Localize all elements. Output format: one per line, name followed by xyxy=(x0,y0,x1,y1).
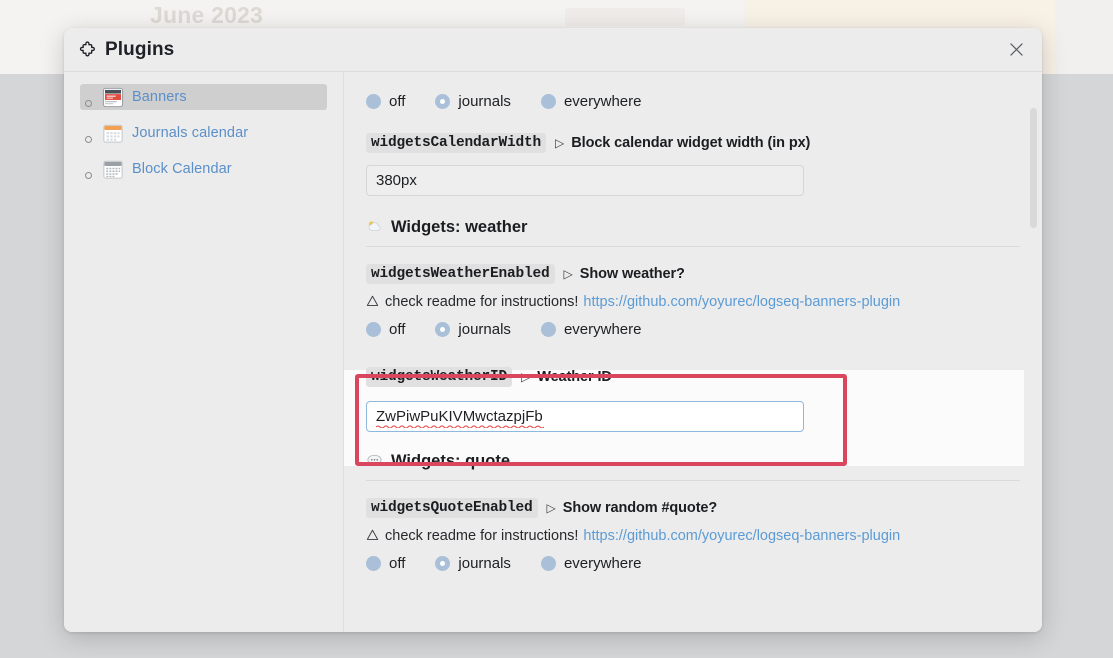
plugins-modal: Plugins Banners Journals calendar Block … xyxy=(64,28,1042,632)
radio-label: off xyxy=(389,554,406,572)
setting-key-widgetsweatherid: widgetsWeatherID ▷ Weather ID xyxy=(344,364,1024,390)
radio-label: everywhere xyxy=(563,92,642,110)
radio-option-everywhere[interactable]: everywhere xyxy=(540,320,642,338)
radio-dot-icon xyxy=(366,321,381,337)
setting-key-name: widgetsWeatherID xyxy=(366,367,513,387)
sun-behind-cloud-icon xyxy=(366,219,383,236)
radio-group-quote-enabled: off journals everywhere xyxy=(344,548,1024,578)
puzzle-piece-icon xyxy=(78,40,105,59)
page-title: Plugins xyxy=(105,38,175,60)
radio-label: everywhere xyxy=(563,554,642,572)
radio-label: everywhere xyxy=(563,320,642,338)
radio-label: off xyxy=(389,320,406,338)
sidebar-item-label: Block Calendar xyxy=(132,161,232,177)
radio-dot-icon xyxy=(540,555,556,571)
setting-key-name: widgetsQuoteEnabled xyxy=(366,498,538,518)
radio-option-journals[interactable]: journals xyxy=(435,321,511,338)
section-divider xyxy=(366,480,1020,481)
chevron-right-icon: ▷ xyxy=(521,370,531,384)
sidebar-item-label: Banners xyxy=(132,89,187,105)
bullet-icon xyxy=(85,100,92,107)
radio-dot-icon xyxy=(540,93,556,109)
radio-label: journals xyxy=(458,320,511,338)
scrollbar-thumb[interactable] xyxy=(1030,108,1037,228)
warning-text: check readme for instructions! xyxy=(385,528,579,544)
setting-description: Show weather? xyxy=(579,266,685,282)
plugin-list-sidebar: Banners Journals calendar Block Calendar xyxy=(64,72,344,632)
readme-link[interactable]: https://github.com/yoyurec/logseq-banner… xyxy=(583,528,900,544)
setting-description: Block calendar widget width (in px) xyxy=(571,135,811,151)
setting-key-name: widgetsCalendarWidth xyxy=(366,133,547,153)
radio-option-journals[interactable]: journals xyxy=(435,93,511,110)
setting-key-widgetsquoteenabled: widgetsQuoteEnabled ▷ Show random #quote… xyxy=(344,495,1024,521)
sidebar-item-banners[interactable]: Banners xyxy=(80,84,327,110)
setting-description: Weather ID xyxy=(537,369,612,385)
modal-body: Banners Journals calendar Block Calendar… xyxy=(64,72,1042,632)
radio-dot-selected-icon xyxy=(435,555,451,571)
radio-label: off xyxy=(389,92,406,110)
radio-dot-icon xyxy=(540,321,556,337)
setting-key-widgetscalendarwidth: widgetsCalendarWidth ▷ Block calendar wi… xyxy=(344,130,1024,156)
section-header-widgets-weather: Widgets: weather xyxy=(344,218,1024,247)
block-calendar-icon xyxy=(102,159,124,180)
weather-id-input[interactable] xyxy=(366,401,804,432)
sidebar-item-journals-calendar[interactable]: Journals calendar xyxy=(80,120,327,146)
section-title: Widgets: quote xyxy=(391,452,511,470)
radio-option-off[interactable]: off xyxy=(366,555,405,572)
close-icon[interactable] xyxy=(1000,34,1032,66)
backdrop-month-heading: June 2023 xyxy=(150,2,264,28)
settings-scrollbar[interactable] xyxy=(1029,72,1038,632)
radio-group-calendar-enabled: off journals everywhere xyxy=(344,86,1024,116)
radio-option-everywhere[interactable]: everywhere xyxy=(540,92,642,110)
sidebar-item-label: Journals calendar xyxy=(132,125,249,141)
radio-option-journals[interactable]: journals xyxy=(435,555,511,572)
backdrop-right-edge xyxy=(1055,0,1113,74)
chevron-right-icon: ▷ xyxy=(546,501,556,515)
setting-key-name: widgetsWeatherEnabled xyxy=(366,264,555,284)
calendar-width-input[interactable] xyxy=(366,165,804,196)
radio-option-off[interactable]: off xyxy=(366,93,405,110)
radio-dot-selected-icon xyxy=(435,93,451,109)
settings-scroll-area: off journals everywhere widgetsCalendarW… xyxy=(344,72,1024,578)
field-wrapper-weather-id xyxy=(344,401,1024,432)
section-title: Widgets: weather xyxy=(391,218,528,236)
settings-panel: off journals everywhere widgetsCalendarW… xyxy=(344,72,1042,632)
banner-image-icon xyxy=(102,87,124,108)
setting-description: Show random #quote? xyxy=(562,500,718,516)
backdrop-placeholder-block xyxy=(565,8,685,26)
section-header-widgets-quote: Widgets: quote xyxy=(344,452,1024,481)
radio-label: journals xyxy=(458,92,511,110)
warning-triangle-icon xyxy=(366,529,379,543)
radio-option-everywhere[interactable]: everywhere xyxy=(540,554,642,572)
warning-triangle-icon xyxy=(366,295,379,309)
setting-key-widgetsweatherenabled: widgetsWeatherEnabled ▷ Show weather? xyxy=(344,261,1024,287)
warning-text: check readme for instructions! xyxy=(385,294,579,310)
section-divider xyxy=(366,246,1020,247)
radio-group-weather-enabled: off journals everywhere xyxy=(344,314,1024,344)
chevron-right-icon: ▷ xyxy=(563,267,573,281)
field-wrapper-calendar-width xyxy=(344,165,1024,196)
chevron-right-icon: ▷ xyxy=(555,136,565,150)
bullet-icon xyxy=(85,172,92,179)
speech-balloon-icon xyxy=(366,453,383,470)
sidebar-item-block-calendar[interactable]: Block Calendar xyxy=(80,156,327,182)
calendar-icon xyxy=(102,123,124,144)
radio-label: journals xyxy=(458,554,511,572)
warning-line-weather: check readme for instructions! https://g… xyxy=(344,290,1024,314)
modal-titlebar: Plugins xyxy=(64,28,1042,72)
radio-dot-selected-icon xyxy=(435,321,451,337)
radio-dot-icon xyxy=(366,93,381,109)
warning-line-quote: check readme for instructions! https://g… xyxy=(344,524,1024,548)
radio-dot-icon xyxy=(366,555,381,571)
bullet-icon xyxy=(85,136,92,143)
readme-link[interactable]: https://github.com/yoyurec/logseq-banner… xyxy=(583,294,900,310)
radio-option-off[interactable]: off xyxy=(366,321,405,338)
